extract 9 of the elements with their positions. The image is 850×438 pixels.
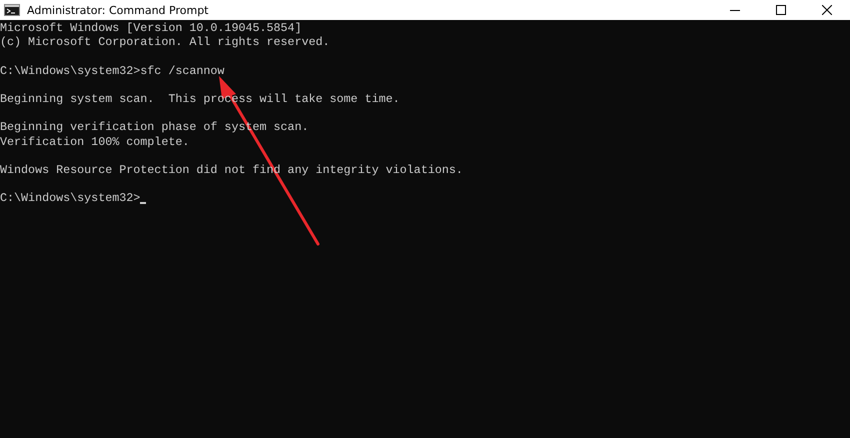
console-line: C:\Windows\system32>sfc /scannow <box>0 64 226 78</box>
close-icon <box>822 5 832 15</box>
window-title: Administrator: Command Prompt <box>27 4 208 16</box>
console-line: (c) Microsoft Corporation. All rights reserved. <box>0 35 331 50</box>
console-icon <box>4 4 20 16</box>
console-prompt: C:\Windows\system32> <box>0 191 140 206</box>
console-line: Verification 100% complete. <box>0 134 190 149</box>
maximize-icon <box>776 5 786 15</box>
console-line: Microsoft Windows [Version 10.0.19045.5854] <box>0 21 303 36</box>
